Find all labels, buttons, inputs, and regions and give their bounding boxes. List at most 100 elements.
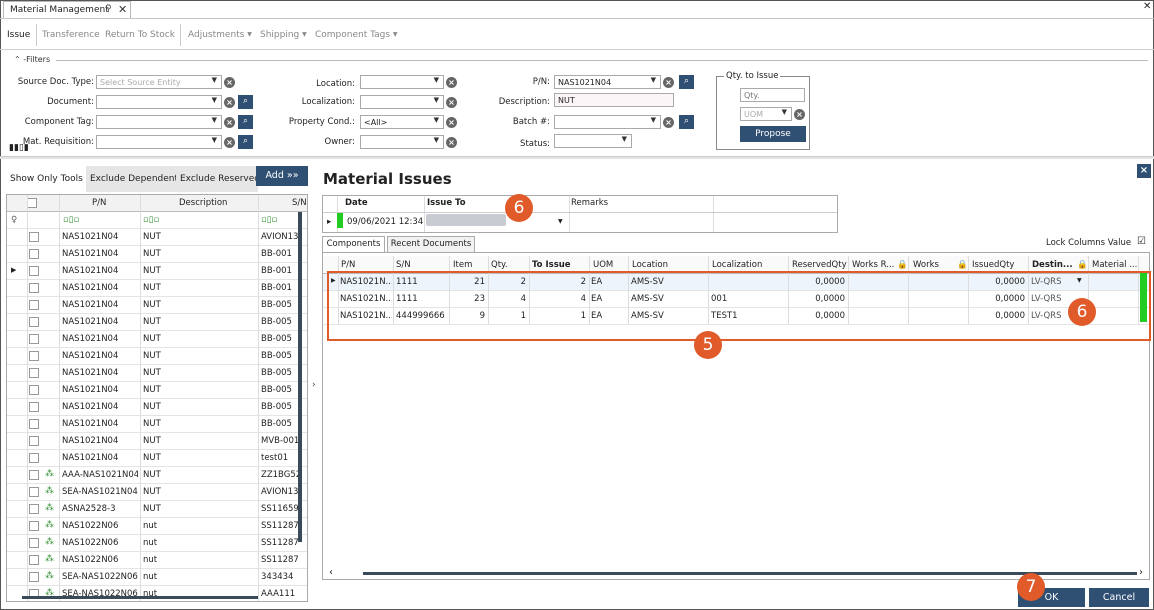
clear-icon[interactable]: × [224,137,235,148]
uom-select[interactable]: UOM ▼ [740,107,792,121]
close-panel-button[interactable]: × [1137,164,1151,178]
tab-exclude-reserved[interactable]: Exclude Reserved [176,166,258,192]
filters-legend[interactable]: ⌃ -Filters [14,55,50,64]
table-row[interactable]: NAS1021N04 NUT BB-005 [7,416,307,433]
clear-icon[interactable]: × [446,117,457,128]
pn-select[interactable]: NAS1021N04 ▼ [554,75,661,89]
row-checkbox[interactable] [29,283,39,293]
barcode-icon[interactable]: ▮▮▯▮ [9,143,29,153]
component-tag-select[interactable]: ▼ [96,115,222,129]
horizontal-scrollbar[interactable] [363,572,1137,575]
table-row[interactable]: NAS1021N04 NUT BB-005 [7,314,307,331]
splitter[interactable] [0,156,1154,159]
column-header-localization[interactable]: Localization [712,260,762,270]
column-header-remarks[interactable]: Remarks [571,196,608,212]
table-row[interactable]: ⁂ SEA-NAS1021N04 NUT AVION13 [7,484,307,501]
column-header-material[interactable]: Material ... [1092,260,1137,270]
close-window-icon[interactable]: ✕ [1143,1,1151,12]
column-header-sn[interactable]: S/N [396,260,411,270]
filter-cell-icon[interactable]: ▫▯▫ [63,215,79,225]
table-row[interactable]: NAS1021N04 NUT AVION13 [7,229,307,246]
column-header-sn[interactable]: S/N [292,198,307,208]
column-header-issue-to[interactable]: Issue To [427,196,466,212]
search-icon[interactable]: ⌕ [238,135,253,149]
cancel-button[interactable]: Cancel [1089,588,1149,607]
row-checkbox[interactable] [29,453,39,463]
dropdown-arrow-icon[interactable]: ▼ [558,213,563,232]
tab-show-only-tools[interactable]: Show Only Tools [6,166,86,192]
clear-icon[interactable]: × [446,77,457,88]
expand-arrow-icon[interactable]: › [312,380,316,390]
menu-shipping[interactable]: Shipping ▼ [260,30,307,40]
tab-components[interactable]: Components [322,236,385,252]
table-row[interactable]: ⁂ SEA-NAS1022N06 nut AAA111 [7,586,307,601]
filter-icon[interactable]: ♀ [11,215,17,225]
filter-cell-icon[interactable]: ▫▯▫ [143,215,159,225]
row-checkbox[interactable] [29,470,39,480]
column-header-works[interactable]: Works [913,260,939,270]
close-tab-icon[interactable]: ✕ [118,3,127,16]
menu-issue[interactable]: Issue [7,30,30,40]
column-header-description[interactable]: Description [179,198,227,208]
row-checkbox[interactable] [29,334,39,344]
table-row[interactable]: ⁂ NAS1022N06 nut SS11287 [7,552,307,569]
row-checkbox[interactable] [29,351,39,361]
vertical-scrollbar[interactable] [298,212,302,542]
table-row[interactable]: ▶ NAS1021N04 NUT BB-001 [7,263,307,280]
column-header-location[interactable]: Location [632,260,668,270]
document-select[interactable]: ▼ [96,95,222,109]
table-row[interactable]: NAS1021N04 NUT BB-001 [7,280,307,297]
property-cond-select[interactable]: <All> ▼ [360,115,444,129]
mat-requisition-select[interactable]: ▼ [96,135,222,149]
batch-select[interactable]: ▼ [554,115,661,129]
table-row[interactable]: NAS1021N04 NUT MVB-001 [7,433,307,450]
column-header-date[interactable]: Date [345,196,368,212]
row-checkbox[interactable] [29,317,39,327]
horizontal-scrollbar[interactable] [22,596,258,599]
propose-button[interactable]: Propose [740,126,806,142]
issue-date-cell[interactable]: 09/06/2021 12:34 [347,213,423,232]
column-header-pn[interactable]: P/N [92,198,106,208]
table-row[interactable]: ⁂ NAS1022N06 nut SS11287 [7,535,307,552]
clear-icon[interactable]: × [663,117,674,128]
column-header-qty[interactable]: Qty. [491,260,508,270]
column-header-issued-qty[interactable]: IssuedQty [972,260,1014,270]
qty-input[interactable] [740,88,805,102]
row-checkbox[interactable] [29,487,39,497]
status-select[interactable]: ▼ [554,134,632,148]
collapse-icon[interactable]: ⌃ [14,55,21,64]
menu-component-tags[interactable]: Component Tags ▼ [315,30,398,40]
owner-select[interactable]: ▼ [360,135,444,149]
scroll-left-icon[interactable]: ‹ [329,567,333,578]
row-checkbox[interactable] [29,555,39,565]
clear-icon[interactable]: × [224,97,235,108]
menu-return-to-stock[interactable]: Return To Stock [105,30,175,40]
row-checkbox[interactable] [29,300,39,310]
column-header-works-r[interactable]: Works R... [852,260,894,270]
table-row[interactable]: NAS1021N04 NUT BB-005 [7,365,307,382]
table-row[interactable]: NAS1021N04 NUT BB-005 [7,399,307,416]
select-all-checkbox[interactable] [27,198,37,208]
column-header-reserved-qty[interactable]: ReservedQty [792,260,847,270]
document-tab[interactable]: Material Management ⚲ ✕ [3,1,131,18]
column-header-item[interactable]: Item [453,260,472,270]
row-checkbox[interactable] [29,538,39,548]
column-header-destination[interactable]: Destin... [1032,260,1073,270]
row-checkbox[interactable] [29,368,39,378]
row-checkbox[interactable] [29,419,39,429]
menu-transference[interactable]: Transference [42,30,100,40]
table-row[interactable]: NAS1021N04 NUT test01 [7,450,307,467]
filter-cell-icon[interactable]: ▫▯▫ [261,215,277,225]
table-row[interactable]: NAS1021N04 NUT BB-001 [7,246,307,263]
menu-adjustments[interactable]: Adjustments ▼ [188,30,252,40]
row-checkbox[interactable] [29,572,39,582]
scroll-right-icon[interactable]: › [1139,567,1143,578]
issue-to-redacted[interactable] [426,214,506,226]
table-row[interactable]: ⁂ ASNA2528-3 NUT SS11659 [7,501,307,518]
lock-columns-checkbox[interactable]: ☑ [1137,236,1146,247]
source-doc-type-select[interactable]: Select Source Entity ▼ [96,75,222,89]
row-checkbox[interactable] [29,385,39,395]
column-header-to-issue[interactable]: To Issue [532,260,571,270]
tab-exclude-dependent[interactable]: Exclude Dependent [86,166,176,192]
clear-icon[interactable]: × [224,117,235,128]
